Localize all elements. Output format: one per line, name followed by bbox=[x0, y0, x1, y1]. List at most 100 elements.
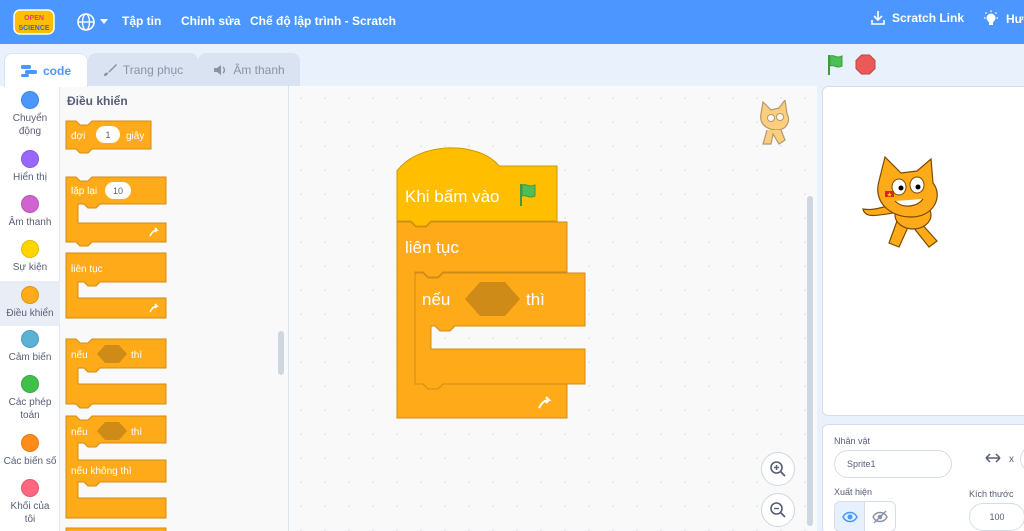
show-label: Xuất hiện bbox=[834, 487, 873, 497]
file-menu[interactable]: Tập tin bbox=[122, 14, 161, 28]
scratch-link-label: Scratch Link bbox=[892, 11, 965, 25]
category-operators-label: Các phép toán bbox=[8, 397, 52, 421]
zoom-in-icon bbox=[770, 461, 786, 477]
category-variables-label: Các biến số bbox=[3, 456, 57, 467]
tutorials-label: Hướ bbox=[1006, 12, 1024, 26]
if2-label: nếu bbox=[71, 426, 88, 438]
block-categories: Chuyển động Hiển thị Âm thanh Sự kiện Đi… bbox=[0, 86, 60, 531]
zoom-in-button[interactable] bbox=[761, 452, 795, 486]
wait-label: đợi bbox=[71, 131, 85, 142]
else-label: nếu không thì bbox=[71, 465, 132, 477]
stop-icon[interactable] bbox=[855, 54, 876, 75]
category-control-label: Điều khiển bbox=[6, 308, 54, 319]
eye-slash-icon bbox=[872, 510, 888, 523]
x-field[interactable] bbox=[1020, 445, 1024, 473]
horizontal-arrows-icon bbox=[985, 453, 1001, 463]
wait-value[interactable]: 1 bbox=[105, 130, 110, 140]
paintbrush-icon bbox=[103, 64, 117, 76]
hide-sprite-button[interactable] bbox=[865, 501, 896, 531]
speaker-icon bbox=[214, 65, 226, 75]
operators-color-dot bbox=[21, 375, 39, 393]
zoom-out-icon bbox=[770, 502, 786, 518]
events-color-dot bbox=[21, 240, 39, 258]
tutorials-button[interactable]: Hướ bbox=[982, 10, 1024, 28]
wait-unit: giây bbox=[126, 131, 144, 142]
main-script[interactable]: Khi bấm vào liên tục nếu thì bbox=[389, 146, 689, 446]
repeat-value[interactable]: 10 bbox=[113, 186, 123, 196]
show-sprite-button[interactable] bbox=[834, 501, 865, 531]
code-icon bbox=[20, 64, 37, 77]
then2-label: thì bbox=[131, 427, 142, 438]
sprite-info-panel: Nhân vật Sprite1 x Xuất hiện Kích thước … bbox=[822, 424, 1024, 531]
category-motion[interactable]: Chuyển động bbox=[0, 91, 60, 138]
forever-block[interactable]: liên tục bbox=[65, 252, 167, 319]
open-science-logo[interactable]: OPEN SCIENCE bbox=[12, 6, 56, 38]
svg-text:SCIENCE: SCIENCE bbox=[18, 25, 49, 32]
menu-bar: OPEN SCIENCE Tập tin Chỉnh sửa Chế độ lậ… bbox=[0, 0, 1024, 44]
sprite-label: Nhân vật bbox=[834, 436, 871, 446]
category-control[interactable]: Điều khiển bbox=[0, 281, 60, 326]
my-blocks-color-dot bbox=[21, 479, 39, 497]
script-area[interactable]: Khi bấm vào liên tục nếu thì bbox=[289, 86, 817, 531]
category-sensing[interactable]: Cảm biến bbox=[0, 330, 60, 364]
if-then-block[interactable]: nếu thì bbox=[414, 272, 586, 390]
category-my-blocks[interactable]: Khối của tôi bbox=[0, 479, 60, 526]
block-palette: Điều khiển đợi 1 giây lặp lại 10 liên tụ… bbox=[60, 86, 289, 531]
category-operators[interactable]: Các phép toán bbox=[0, 375, 60, 422]
if-label: nếu bbox=[422, 290, 450, 309]
x-label: x bbox=[1009, 454, 1014, 465]
if-then-block[interactable]: nếu thì bbox=[65, 338, 167, 409]
tab-code-label: code bbox=[42, 63, 71, 78]
then-label: thì bbox=[131, 350, 142, 361]
variables-color-dot bbox=[21, 434, 39, 452]
editor-tabs: code Trang phục Âm thanh bbox=[0, 44, 810, 87]
tab-sounds-label: Âm thanh bbox=[233, 63, 285, 77]
tab-sounds[interactable]: Âm thanh bbox=[198, 53, 300, 86]
edit-menu[interactable]: Chỉnh sửa bbox=[181, 14, 240, 28]
sensing-color-dot bbox=[21, 330, 39, 348]
hat-label: Khi bấm vào bbox=[405, 187, 500, 206]
tab-costumes-label: Trang phục bbox=[122, 63, 184, 77]
if-label: nếu bbox=[71, 349, 88, 361]
mode-menu[interactable]: Chế độ lập trình - Scratch bbox=[250, 14, 396, 28]
category-sound[interactable]: Âm thanh bbox=[0, 195, 60, 229]
category-looks-label: Hiển thị bbox=[13, 172, 47, 183]
forever-label: liên tục bbox=[405, 238, 459, 257]
size-field[interactable]: 100 bbox=[969, 503, 1024, 531]
svg-text:OPEN: OPEN bbox=[24, 15, 44, 22]
tab-costumes[interactable]: Trang phục bbox=[88, 53, 198, 86]
palette-scrollbar[interactable] bbox=[278, 331, 284, 375]
when-flag-clicked-block[interactable]: Khi bấm vào bbox=[396, 147, 558, 227]
category-events-label: Sự kiện bbox=[12, 262, 48, 273]
tab-code[interactable]: code bbox=[4, 53, 88, 87]
if-then-else-block[interactable]: nếu thì nếu không thì bbox=[65, 415, 167, 519]
green-flag-icon[interactable] bbox=[824, 53, 848, 77]
wait-block[interactable]: đợi 1 giây bbox=[65, 120, 152, 154]
sprite-watermark-icon bbox=[760, 100, 790, 145]
eye-icon bbox=[841, 511, 858, 522]
size-label: Kích thước bbox=[969, 489, 1014, 499]
category-sensing-label: Cảm biến bbox=[8, 352, 52, 363]
category-events[interactable]: Sự kiện bbox=[0, 240, 60, 274]
category-my-blocks-label: Khối của tôi bbox=[10, 501, 50, 525]
download-icon bbox=[871, 11, 885, 25]
zoom-out-button[interactable] bbox=[761, 493, 795, 527]
repeat-block[interactable]: lặp lại 10 bbox=[65, 176, 167, 247]
category-variables[interactable]: Các biến số bbox=[0, 434, 60, 468]
category-looks[interactable]: Hiển thị bbox=[0, 150, 60, 184]
control-color-dot bbox=[21, 286, 39, 304]
workspace-scrollbar[interactable] bbox=[807, 196, 813, 526]
sound-color-dot bbox=[21, 195, 39, 213]
scratch-link-button[interactable]: Scratch Link bbox=[870, 10, 964, 26]
category-sound-label: Âm thanh bbox=[8, 217, 52, 228]
globe-icon bbox=[77, 13, 95, 31]
sprite-name-field[interactable]: Sprite1 bbox=[834, 450, 952, 478]
motion-color-dot bbox=[21, 91, 39, 109]
then-label: thì bbox=[526, 290, 545, 309]
forever-label: liên tục bbox=[71, 264, 103, 275]
category-motion-label: Chuyển động bbox=[12, 113, 48, 137]
language-menu[interactable] bbox=[76, 11, 110, 33]
stage[interactable] bbox=[822, 86, 1024, 416]
sprite-cat-icon[interactable] bbox=[859, 155, 951, 251]
caret-down-icon bbox=[100, 19, 108, 24]
